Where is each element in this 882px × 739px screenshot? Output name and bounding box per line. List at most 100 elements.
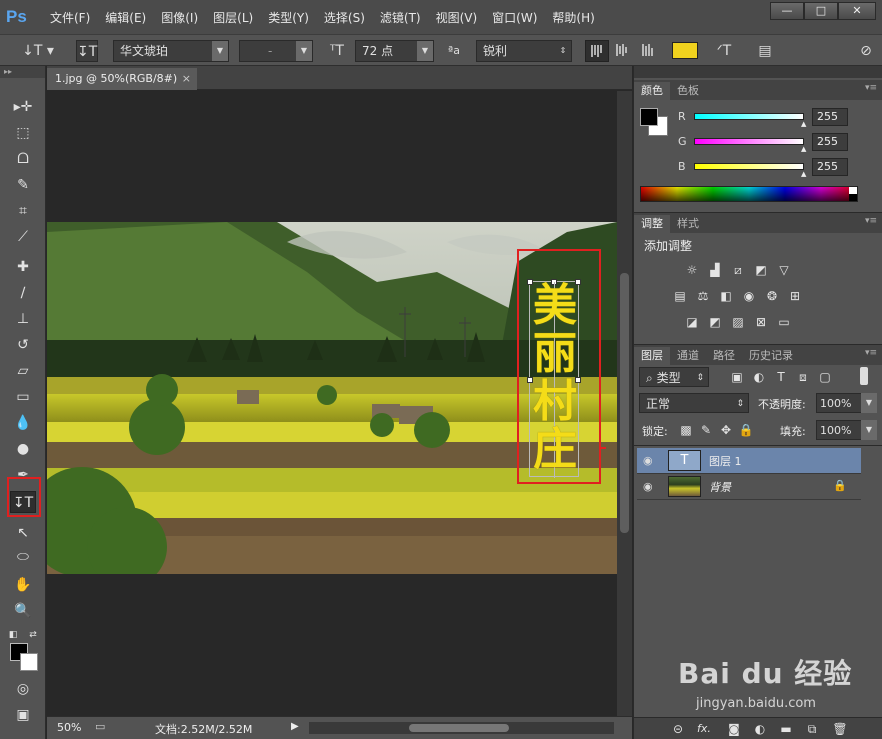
fill-input[interactable]: 100% bbox=[816, 420, 862, 440]
menu-edit[interactable]: 编辑(E) bbox=[105, 9, 146, 26]
filter-shape-icon[interactable]: ⧈ bbox=[795, 370, 811, 384]
blue-track[interactable] bbox=[694, 163, 804, 170]
menu-help[interactable]: 帮助(H) bbox=[552, 9, 594, 26]
filter-adjustment-icon[interactable]: ◐ bbox=[751, 370, 767, 384]
curves-icon[interactable]: ⧄ bbox=[730, 263, 746, 277]
align-center-button[interactable] bbox=[611, 40, 635, 62]
play-arrow-icon[interactable]: ▶ bbox=[291, 721, 299, 732]
layer-name[interactable]: 背景 bbox=[709, 479, 731, 495]
new-layer-icon[interactable]: ⧉ bbox=[804, 722, 820, 736]
cancel-icon[interactable]: ⊘ bbox=[855, 40, 877, 62]
maximize-button[interactable]: □ bbox=[804, 2, 838, 20]
proof-icon[interactable]: ▭ bbox=[95, 720, 105, 733]
gradient-tool-icon[interactable]: ▭ bbox=[10, 386, 36, 408]
slider-handle-icon[interactable]: ▲ bbox=[801, 120, 806, 128]
filter-pixel-icon[interactable]: ▣ bbox=[729, 370, 745, 384]
tab-history[interactable]: 历史记录 bbox=[742, 347, 800, 365]
eye-icon[interactable]: ◉ bbox=[643, 480, 653, 493]
green-slider[interactable]: G ▲ 255 bbox=[678, 133, 878, 153]
document-image[interactable]: 美 丽 村 庄 bbox=[47, 222, 617, 574]
channel-mixer-icon[interactable]: ❂ bbox=[764, 289, 780, 303]
minimize-button[interactable]: — bbox=[770, 2, 804, 20]
blue-slider[interactable]: B ▲ 255 bbox=[678, 158, 878, 178]
text-color-swatch[interactable] bbox=[672, 42, 698, 59]
tab-swatches[interactable]: 色板 bbox=[670, 82, 706, 100]
align-top-button[interactable] bbox=[585, 40, 609, 62]
scrollbar-thumb[interactable] bbox=[620, 273, 629, 533]
red-track[interactable] bbox=[694, 113, 804, 120]
levels-icon[interactable]: ▟ bbox=[707, 263, 723, 277]
layer-row[interactable]: ◉ T 图层 1 bbox=[637, 448, 861, 474]
tools-panel-header[interactable]: ▸▸ bbox=[0, 66, 45, 78]
opacity-input[interactable]: 100% bbox=[816, 393, 862, 413]
lock-pixels-icon[interactable]: ✎ bbox=[698, 423, 714, 437]
toggle-orientation-icon[interactable]: ↧T bbox=[76, 40, 98, 62]
tab-layers[interactable]: 图层 bbox=[634, 347, 670, 365]
invert-icon[interactable]: ◪ bbox=[684, 315, 700, 329]
font-size-select[interactable]: 72 点 ▼ bbox=[355, 40, 434, 62]
vertical-text-layer[interactable]: 美 丽 村 庄 bbox=[530, 282, 580, 474]
tab-channels[interactable]: 通道 bbox=[670, 347, 706, 365]
black-white-icon[interactable]: ◧ bbox=[718, 289, 734, 303]
chevron-down-icon[interactable]: ▼ bbox=[861, 420, 877, 440]
layer-name[interactable]: 图层 1 bbox=[709, 453, 742, 469]
menu-image[interactable]: 图像(I) bbox=[161, 9, 198, 26]
posterize-icon[interactable]: ◩ bbox=[707, 315, 723, 329]
vertical-type-tool-preset-icon[interactable]: ↓T ▾ bbox=[20, 40, 56, 62]
zoom-tool-icon[interactable]: 🔍 bbox=[10, 600, 36, 622]
layer-row[interactable]: ◉ 背景 🔒 bbox=[637, 474, 861, 500]
gradient-map-icon[interactable]: ▭ bbox=[776, 315, 792, 329]
fx-icon[interactable]: fx. bbox=[696, 722, 712, 736]
vibrance-icon[interactable]: ▽ bbox=[776, 263, 792, 277]
filter-type-icon[interactable]: T bbox=[773, 370, 789, 384]
marquee-tool-icon[interactable]: ⬚ bbox=[10, 122, 36, 144]
menu-type[interactable]: 类型(Y) bbox=[268, 9, 309, 26]
green-value[interactable]: 255 bbox=[812, 133, 848, 151]
stamp-tool-icon[interactable]: ⊥ bbox=[10, 308, 36, 330]
hand-tool-icon[interactable]: ✋ bbox=[10, 574, 36, 596]
move-tool-icon[interactable]: ▸✛ bbox=[10, 96, 36, 118]
history-brush-tool-icon[interactable]: ↺ bbox=[10, 334, 36, 356]
zoom-level[interactable]: 50% bbox=[57, 721, 81, 734]
selective-color-icon[interactable]: ⊠ bbox=[753, 315, 769, 329]
blur-tool-icon[interactable]: 💧 bbox=[10, 412, 36, 434]
lock-position-icon[interactable]: ✥ bbox=[718, 423, 734, 437]
menu-select[interactable]: 选择(S) bbox=[324, 9, 365, 26]
menu-file[interactable]: 文件(F) bbox=[50, 9, 90, 26]
brightness-icon[interactable]: ☼ bbox=[684, 263, 700, 277]
close-button[interactable]: ✕ bbox=[838, 2, 876, 20]
brush-tool-icon[interactable]: ∕ bbox=[10, 282, 36, 304]
dodge-tool-icon[interactable]: ● bbox=[10, 438, 36, 460]
tab-color[interactable]: 颜色 bbox=[634, 82, 670, 100]
color-spectrum-bar[interactable] bbox=[640, 186, 858, 202]
eye-icon[interactable]: ◉ bbox=[643, 454, 653, 467]
photo-filter-icon[interactable]: ◉ bbox=[741, 289, 757, 303]
black-swatch[interactable] bbox=[849, 194, 857, 201]
menu-layer[interactable]: 图层(L) bbox=[213, 9, 253, 26]
horizontal-scrollbar[interactable] bbox=[309, 722, 614, 734]
new-group-icon[interactable]: ▬ bbox=[778, 722, 794, 736]
menu-window[interactable]: 窗口(W) bbox=[492, 9, 537, 26]
layer-filter-select[interactable]: ⌕ 类型 ⇕ bbox=[639, 367, 709, 387]
font-family-select[interactable]: 华文琥珀 ▼ bbox=[113, 40, 229, 62]
menu-filter[interactable]: 滤镜(T) bbox=[380, 9, 421, 26]
swap-colors-icon[interactable]: ⇄ bbox=[26, 624, 40, 646]
quick-mask-icon[interactable]: ◎ bbox=[10, 678, 36, 700]
tab-adjustments[interactable]: 调整 bbox=[634, 215, 670, 233]
trash-icon[interactable]: 🗑 bbox=[832, 722, 848, 736]
healing-brush-tool-icon[interactable]: ✚ bbox=[10, 256, 36, 278]
color-balance-icon[interactable]: ⚖ bbox=[695, 289, 711, 303]
character-panel-icon[interactable]: ▤ bbox=[754, 40, 776, 62]
align-bottom-button[interactable] bbox=[637, 40, 661, 62]
hue-saturation-icon[interactable]: ▤ bbox=[672, 289, 688, 303]
ellipse-tool-icon[interactable]: ⬭ bbox=[10, 546, 36, 568]
vertical-scrollbar[interactable] bbox=[617, 91, 632, 716]
path-select-tool-icon[interactable]: ↖ bbox=[10, 522, 36, 544]
filter-smart-object-icon[interactable]: ▢ bbox=[817, 370, 833, 384]
lasso-tool-icon[interactable]: ᗝ bbox=[10, 148, 36, 170]
background-color-swatch[interactable] bbox=[20, 653, 38, 671]
menu-view[interactable]: 视图(V) bbox=[436, 9, 478, 26]
crop-tool-icon[interactable]: ⌗ bbox=[10, 200, 36, 222]
threshold-icon[interactable]: ▨ bbox=[730, 315, 746, 329]
antialias-select[interactable]: 锐利 ⇕ bbox=[476, 40, 572, 62]
